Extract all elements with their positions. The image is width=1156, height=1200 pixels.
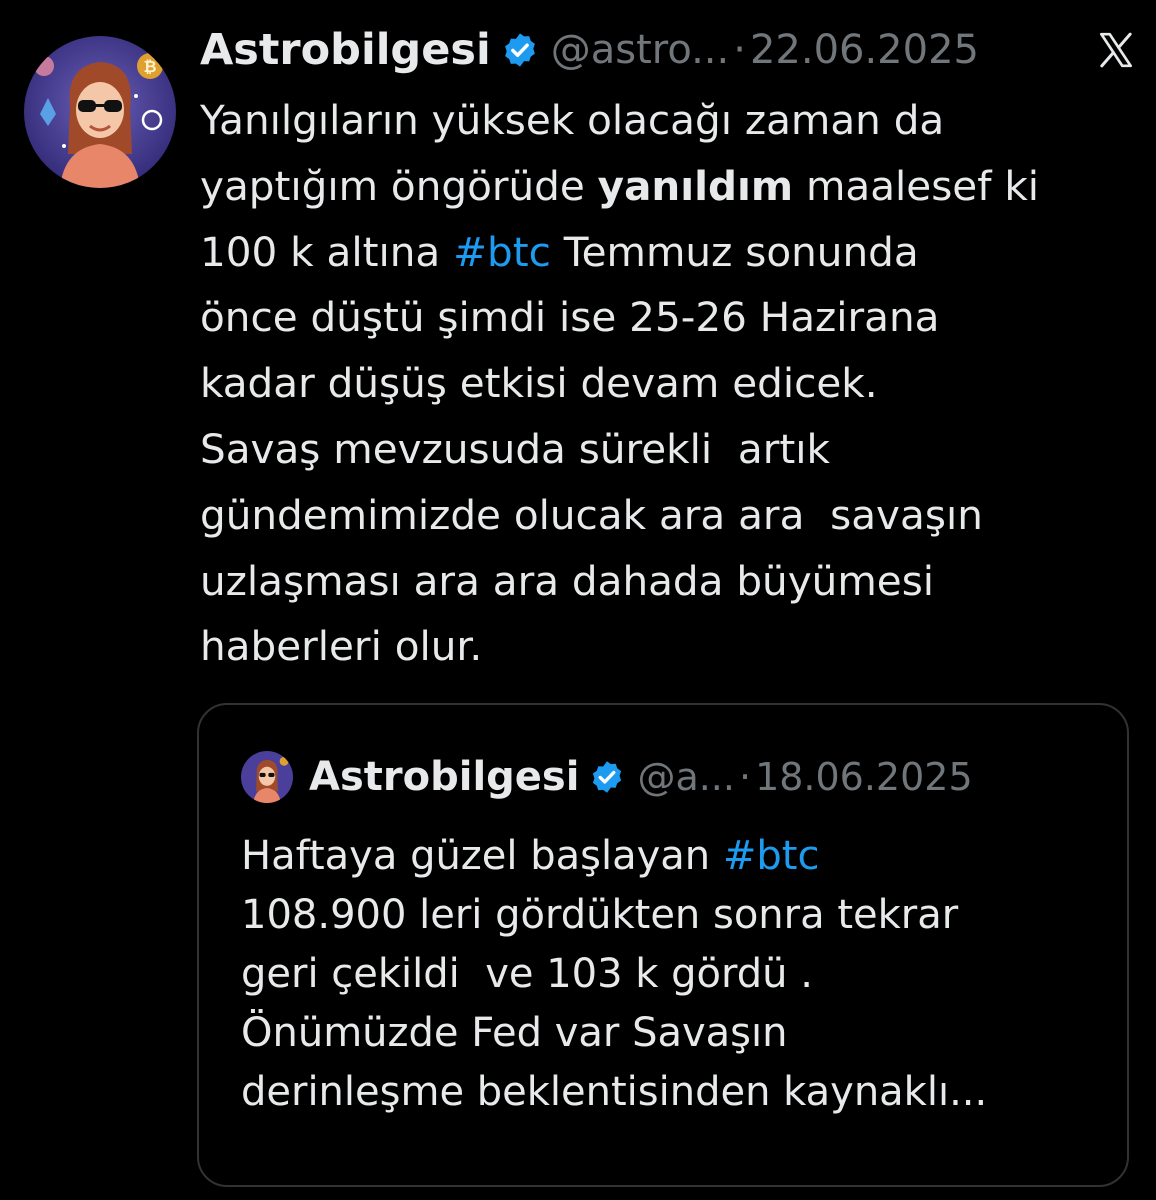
hashtag-link[interactable]: #btc bbox=[453, 228, 551, 276]
author-avatar[interactable]: ₿ bbox=[24, 36, 176, 188]
author-handle[interactable]: @astro... bbox=[551, 27, 730, 73]
quoted-text-line: Haftaya güzel başlayan #btc bbox=[241, 833, 820, 879]
quoted-tweet-date[interactable]: 18.06.2025 bbox=[755, 755, 973, 799]
tweet-text-line: 100 k altına #btc Temmuz sonunda bbox=[200, 227, 919, 276]
tweet-text-line: önce düştü şimdi ise 25-26 Hazirana bbox=[200, 293, 940, 342]
emphasis-text: yanıldım bbox=[597, 161, 794, 210]
quoted-text-line: derinleşme beklentisinden kaynaklı... bbox=[241, 1069, 988, 1115]
quoted-text-line: geri çekildi ve 103 k gördü . bbox=[241, 951, 813, 997]
tweet-date[interactable]: 22.06.2025 bbox=[750, 27, 979, 73]
tweet-text: Yanılgıların yüksek olacağı zaman da yap… bbox=[200, 88, 1140, 680]
quoted-text-line: 108.900 leri gördükten sonra tekrar bbox=[241, 892, 959, 938]
hashtag-link[interactable]: #btc bbox=[723, 833, 820, 879]
quoted-author-name[interactable]: Astrobilgesi bbox=[309, 754, 579, 800]
quoted-author-avatar[interactable] bbox=[241, 751, 293, 803]
tweet-text-line: haberleri olur. bbox=[200, 622, 483, 671]
author-name[interactable]: Astrobilgesi bbox=[200, 25, 491, 75]
svg-text:₿: ₿ bbox=[143, 57, 156, 76]
avatar-illustration: ₿ bbox=[24, 36, 176, 188]
x-logo-icon[interactable] bbox=[1094, 30, 1138, 70]
quoted-tweet-card[interactable]: Astrobilgesi @a... · 18.06.2025 Haftaya … bbox=[197, 703, 1129, 1187]
tweet-text-line: uzlaşması ara ara dahada büyümesi bbox=[200, 556, 935, 605]
avatar-illustration bbox=[241, 751, 293, 803]
tweet-text-line: Yanılgıların yüksek olacağı zaman da bbox=[200, 96, 945, 144]
quoted-tweet-header: Astrobilgesi @a... · 18.06.2025 bbox=[241, 749, 1107, 805]
quoted-text-line: Önümüzde Fed var Savaşın bbox=[241, 1010, 788, 1056]
quoted-header-separator: · bbox=[738, 755, 752, 799]
tweet-header: Astrobilgesi @astro... · 22.06.2025 bbox=[200, 22, 1138, 78]
quoted-tweet-text: Haftaya güzel başlayan #btc 108.900 leri… bbox=[241, 827, 1121, 1122]
quoted-author-handle[interactable]: @a... bbox=[637, 755, 735, 799]
verified-badge-icon bbox=[593, 761, 622, 793]
tweet-text-line: Savaş mevzusuda sürekli artık bbox=[200, 424, 830, 473]
tweet-text-line: kadar düşüş etkisi devam edicek. bbox=[200, 359, 878, 408]
header-separator: · bbox=[733, 27, 746, 73]
verified-badge-icon bbox=[504, 33, 535, 67]
tweet-text-line: gündemimizde olucak ara ara savaşın bbox=[200, 490, 983, 539]
tweet-text-line: yaptığım öngörüde yanıldım maalesef ki bbox=[200, 161, 1040, 210]
